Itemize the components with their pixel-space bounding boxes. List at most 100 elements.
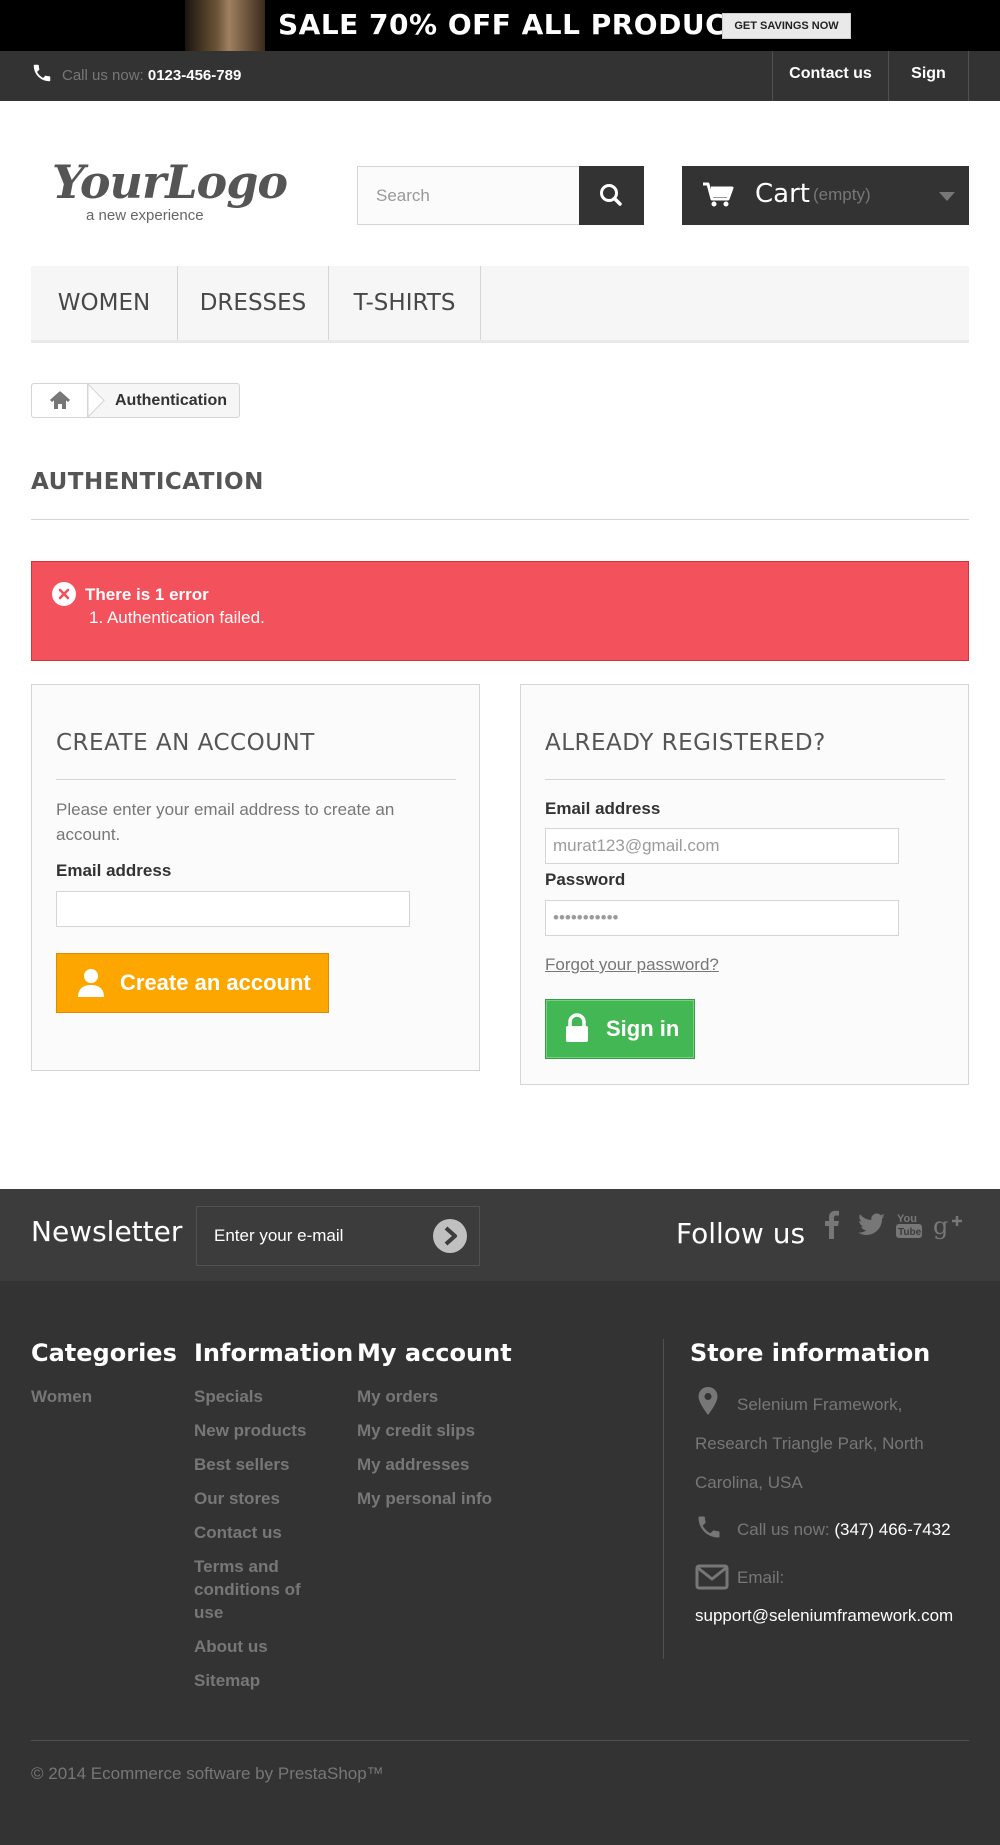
twitter-icon[interactable] <box>855 1209 887 1241</box>
home-icon <box>50 391 70 409</box>
create-account-button[interactable]: Create an account <box>56 953 329 1013</box>
login-form: ALREADY REGISTERED? Email address Passwo… <box>520 684 969 1085</box>
error-title: There is 1 error <box>85 585 209 604</box>
topbar-phone: 0123-456-789 <box>147 67 242 84</box>
search-form <box>357 166 644 225</box>
create-account-divider <box>56 779 456 780</box>
get-savings-button[interactable]: GET SAVINGS NOW <box>722 13 851 39</box>
store-address: Selenium Framework, Research Triangle Pa… <box>695 1395 924 1492</box>
footer: Categories Women Information Specials Ne… <box>0 1281 1000 1845</box>
create-email-field[interactable] <box>56 891 410 927</box>
create-account-button-label: Create an account <box>120 970 311 995</box>
create-account-form: CREATE AN ACCOUNT Please enter your emai… <box>31 684 480 1071</box>
banner-model-image <box>185 0 265 51</box>
facebook-icon[interactable] <box>816 1209 848 1241</box>
footer-link[interactable]: About us <box>194 1635 320 1658</box>
sign-in-button-label: Sign in <box>606 1016 680 1041</box>
chevron-down-icon <box>939 192 955 201</box>
forgot-password-link[interactable]: Forgot your password? <box>545 955 719 975</box>
sale-banner[interactable]: SALE 70% OFF ALL PRODUCTS GET SAVINGS NO… <box>0 0 1000 51</box>
breadcrumb: Authentication <box>31 383 240 418</box>
search-button[interactable] <box>579 166 644 225</box>
footer-link[interactable]: My addresses <box>357 1453 557 1476</box>
store-email[interactable]: support@seleniumframework.com <box>695 1606 953 1625</box>
store-phone: (347) 466-7432 <box>834 1520 951 1539</box>
login-divider <box>545 779 945 780</box>
svg-text:g: g <box>933 1212 948 1240</box>
footer-link[interactable]: My orders <box>357 1385 557 1408</box>
password-label: Password <box>545 870 626 889</box>
footer-information-title: Information <box>194 1339 354 1367</box>
cart-status: (empty) <box>813 185 871 204</box>
newsletter-email-input[interactable] <box>197 1207 427 1265</box>
footer-link[interactable]: Specials <box>194 1385 320 1408</box>
cart-icon <box>703 182 734 207</box>
footer-link[interactable]: My credit slips <box>357 1419 557 1442</box>
login-email-label: Email address <box>545 799 661 818</box>
logo-tagline: a new experience <box>86 207 204 224</box>
menu-item-women[interactable]: WOMEN <box>31 266 178 340</box>
user-icon <box>78 969 104 997</box>
lock-icon <box>566 1013 588 1042</box>
footer-link[interactable]: Women <box>31 1385 171 1408</box>
follow-us-label: Follow us <box>676 1217 806 1250</box>
error-icon <box>52 582 76 606</box>
google-plus-icon[interactable]: g <box>933 1209 965 1241</box>
newsletter-title: Newsletter <box>31 1215 183 1248</box>
breadcrumb-home[interactable] <box>32 384 88 417</box>
password-field[interactable] <box>545 900 899 936</box>
footer-categories-list: Women <box>31 1385 171 1419</box>
top-nav-bar: Call us now: 0123-456-789 Contact us Sig… <box>0 51 1000 128</box>
search-icon <box>600 184 622 206</box>
store-email-label: Email: <box>737 1568 785 1587</box>
store-phone-line: Call us now: (347) 466-7432 <box>737 1520 951 1539</box>
heading-divider <box>31 519 969 520</box>
error-message: 1. Authentication failed. <box>89 608 265 627</box>
footer-link[interactable]: New products <box>194 1419 320 1442</box>
footer-link[interactable]: Terms and conditions of use <box>194 1555 320 1624</box>
footer-information-list: Specials New products Best sellers Our s… <box>194 1385 320 1703</box>
footer-link[interactable]: Our stores <box>194 1487 320 1510</box>
footer-link[interactable]: Best sellers <box>194 1453 320 1476</box>
login-email-field[interactable] <box>545 828 899 864</box>
create-account-title: CREATE AN ACCOUNT <box>56 730 315 756</box>
copyright-text: © 2014 Ecommerce software by PrestaShop™ <box>31 1764 384 1783</box>
menu-item-tshirts[interactable]: T-SHIRTS <box>329 266 481 340</box>
footer-link[interactable]: My personal info <box>357 1487 557 1510</box>
phone-icon <box>698 1516 720 1538</box>
newsletter-bar: Newsletter Follow us You Tube g <box>0 1189 1000 1281</box>
breadcrumb-separator <box>87 384 105 417</box>
arrow-right-icon[interactable] <box>433 1219 467 1253</box>
youtube-icon[interactable]: You Tube <box>893 1209 925 1241</box>
site-logo[interactable]: YourLogo a new experience <box>52 155 292 230</box>
sign-in-button[interactable]: Sign in <box>545 999 695 1059</box>
contact-us-link[interactable]: Contact us <box>772 51 888 101</box>
footer-link[interactable]: Contact us <box>194 1521 320 1544</box>
footer-bottom-divider <box>31 1740 969 1741</box>
cart-dropdown[interactable]: Cart (empty) <box>682 166 969 225</box>
cart-label: Cart <box>755 179 810 209</box>
phone-icon <box>33 64 51 82</box>
login-title: ALREADY REGISTERED? <box>545 730 826 756</box>
svg-text:Tube: Tube <box>898 1227 922 1238</box>
create-email-label: Email address <box>56 861 172 880</box>
search-input[interactable] <box>358 167 578 224</box>
newsletter-form <box>196 1206 480 1266</box>
breadcrumb-current: Authentication <box>115 392 227 409</box>
footer-divider <box>663 1339 664 1659</box>
error-alert: There is 1 error 1. Authentication faile… <box>31 561 969 661</box>
call-us-text: Call us now: 0123-456-789 <box>62 67 242 84</box>
svg-text:You: You <box>897 1213 917 1225</box>
create-account-description: Please enter your email address to creat… <box>56 800 395 844</box>
logo-main-text: YourLogo <box>52 155 288 209</box>
page-title: AUTHENTICATION <box>31 469 264 495</box>
main-menu: WOMEN DRESSES T-SHIRTS <box>31 266 969 343</box>
footer-account-list: My orders My credit slips My addresses M… <box>357 1385 557 1521</box>
footer-store-title: Store information <box>690 1339 931 1367</box>
banner-sale-text: SALE 70% OFF ALL PRODUCTS <box>278 8 767 41</box>
sign-in-link[interactable]: Sign in <box>888 51 969 128</box>
footer-link[interactable]: Sitemap <box>194 1669 320 1692</box>
menu-item-dresses[interactable]: DRESSES <box>178 266 329 340</box>
footer-categories-title: Categories <box>31 1339 177 1367</box>
footer-account-title: My account <box>357 1339 512 1367</box>
